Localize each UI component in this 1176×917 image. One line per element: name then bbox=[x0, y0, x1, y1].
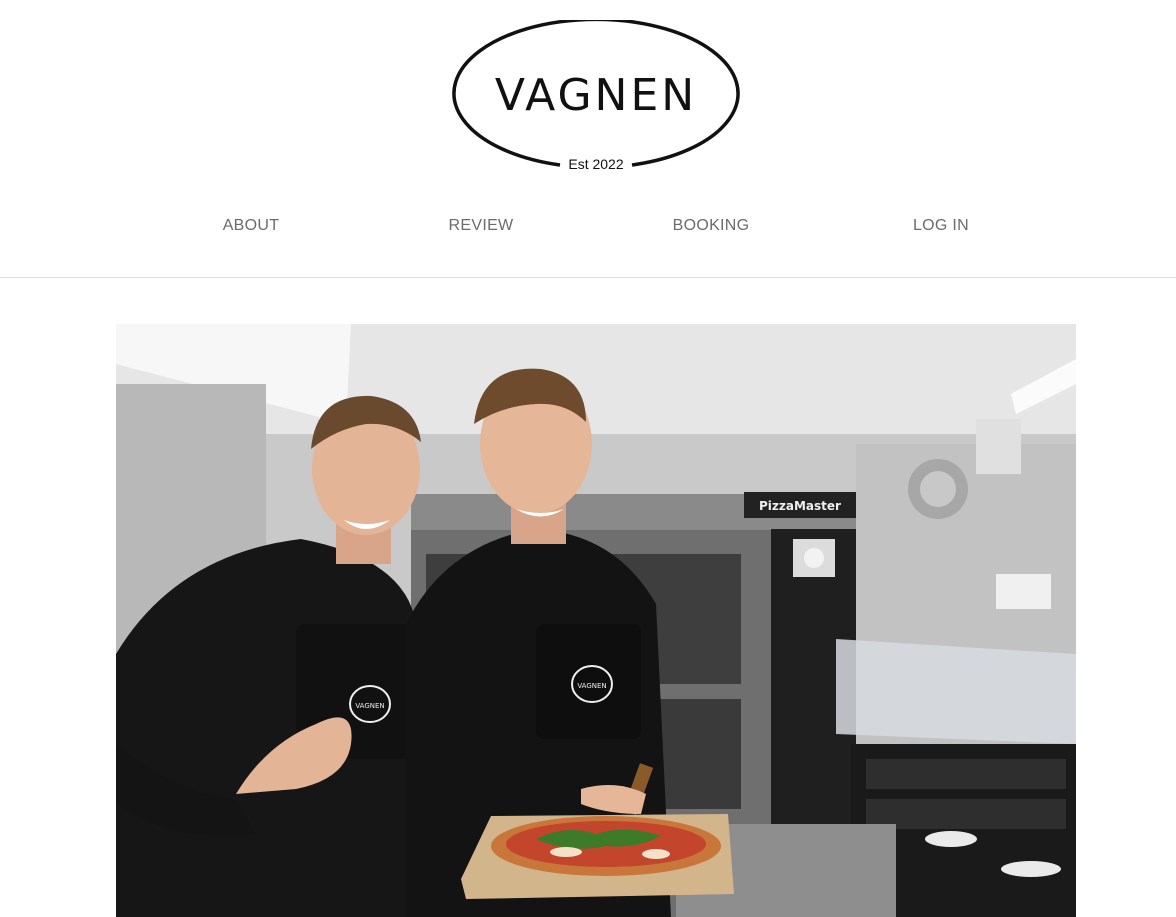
hero-photo: PizzaMaster VAGNEN VAGNEN bbox=[116, 324, 1076, 917]
site-header: VAGNEN Est 2022 ABOUT REVIEW BOOKING LOG… bbox=[0, 0, 1176, 278]
main-nav: ABOUT REVIEW BOOKING LOG IN bbox=[0, 217, 1176, 239]
oven-brand-label: PizzaMaster bbox=[759, 499, 841, 513]
nav-item-review[interactable]: REVIEW bbox=[449, 217, 514, 235]
brand-established: Est 2022 bbox=[568, 156, 624, 172]
nav-item-booking[interactable]: BOOKING bbox=[673, 217, 750, 235]
pizza-on-peel bbox=[461, 814, 734, 899]
nav-item-about[interactable]: ABOUT bbox=[223, 217, 280, 235]
brand-logo[interactable]: VAGNEN Est 2022 bbox=[452, 20, 740, 172]
apron-logo-right: VAGNEN bbox=[577, 682, 606, 690]
glass-counter bbox=[836, 639, 1076, 744]
hero-image: PizzaMaster VAGNEN VAGNEN bbox=[116, 324, 1076, 917]
nav-item-log-in[interactable]: LOG IN bbox=[913, 217, 969, 235]
apron-logo-left: VAGNEN bbox=[355, 702, 384, 710]
brand-name: VAGNEN bbox=[494, 70, 698, 121]
